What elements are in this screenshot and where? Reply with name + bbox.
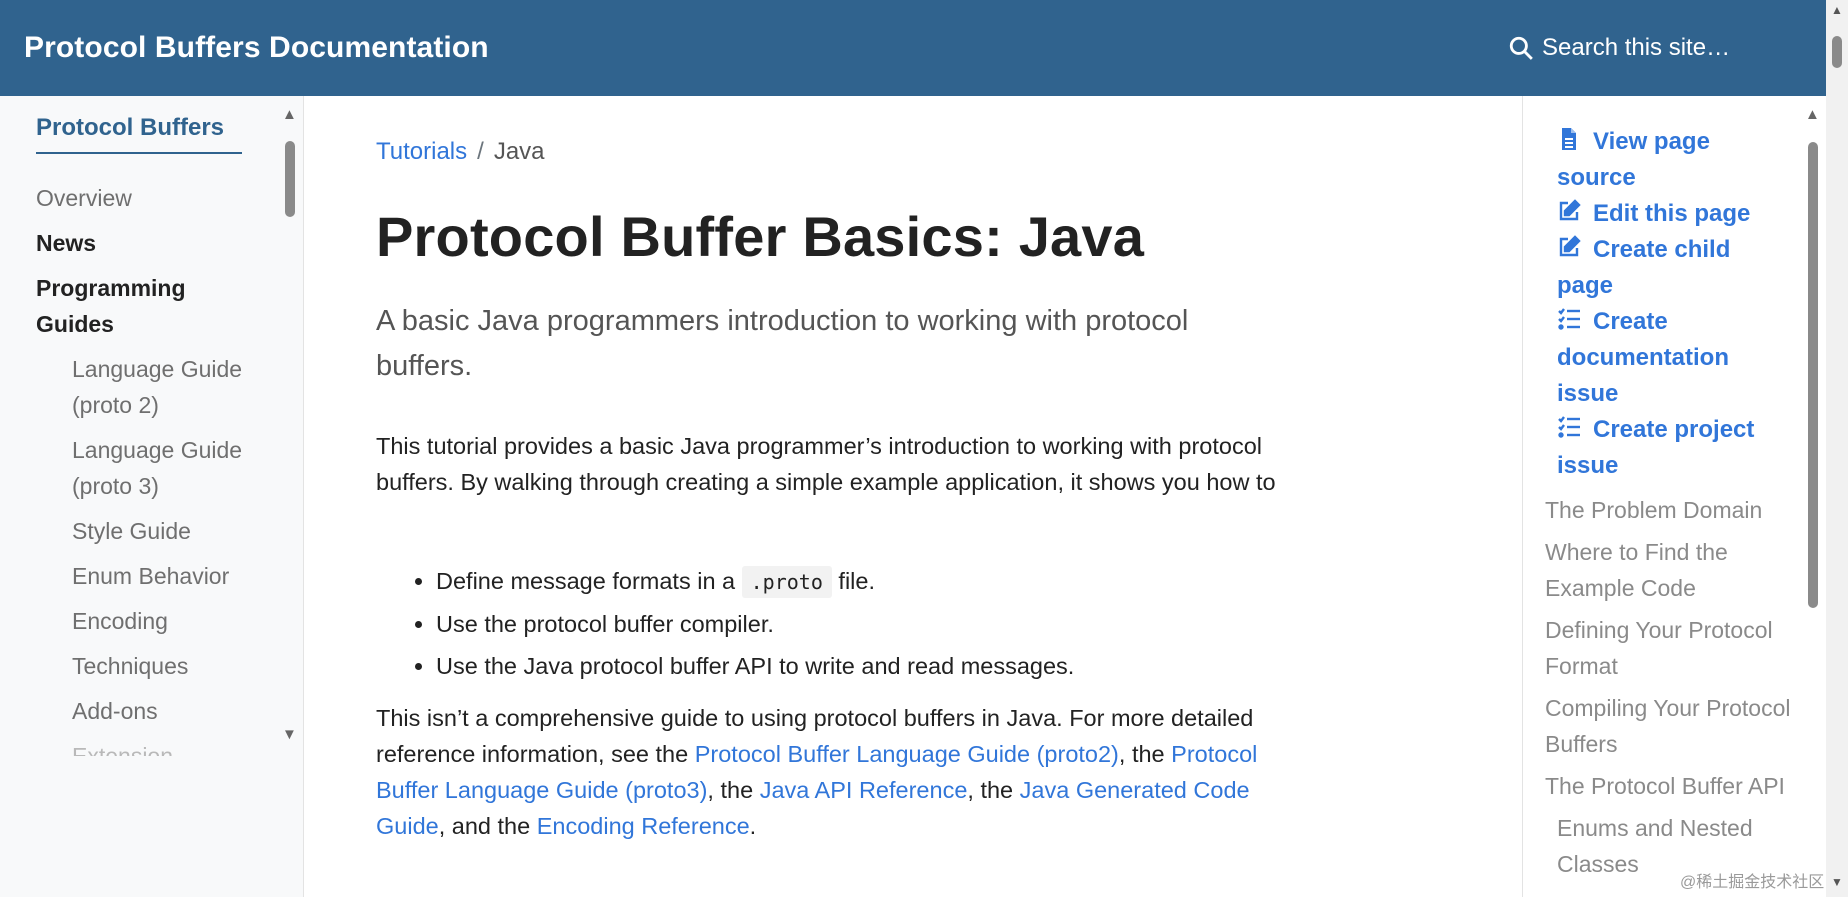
action-label: Create project issue	[1557, 416, 1755, 479]
sidebar-item-add-ons[interactable]: Add-ons	[36, 693, 266, 729]
scroll-up-arrow-icon[interactable]: ▲	[1831, 4, 1843, 16]
breadcrumb-separator: /	[477, 138, 484, 165]
edit-icon	[1557, 234, 1583, 258]
list-item: Use the Java protocol buffer API to writ…	[436, 645, 1074, 687]
sidebar-item-enum-behavior[interactable]: Enum Behavior	[36, 558, 266, 594]
encoding-reference-link[interactable]: Encoding Reference	[537, 813, 750, 839]
sidebar-nav: Overview News Programming Guides Languag…	[36, 180, 266, 765]
page-lead: A basic Java programmers introduction to…	[376, 305, 1189, 382]
reference-paragraph: This isn’t a comprehensive guide to usin…	[376, 700, 1276, 844]
sidebar-section-title[interactable]: Protocol Buffers	[36, 114, 242, 154]
proto2-guide-link[interactable]: Protocol Buffer Language Guide (proto2)	[695, 741, 1119, 767]
sidebar-scrollbar-thumb[interactable]	[285, 141, 295, 217]
list-item: Use the protocol buffer compiler.	[436, 603, 1074, 645]
toc-scrollbar[interactable]: ▲	[1805, 106, 1820, 897]
sidebar-item-overview[interactable]: Overview	[36, 180, 266, 216]
view-page-source-link[interactable]: View page source	[1557, 124, 1777, 196]
toc-link-example-code[interactable]: Where to Find the Example Code	[1545, 534, 1795, 606]
sidebar-item-extension[interactable]: Extension	[36, 738, 266, 756]
window-scrollbar[interactable]: ▲ ▼	[1826, 0, 1848, 897]
watermark: @稀土掘金技术社区	[1680, 874, 1825, 891]
tasks-icon	[1557, 414, 1583, 438]
top-navbar: Protocol Buffers Documentation	[0, 0, 1826, 96]
java-api-reference-link[interactable]: Java API Reference	[760, 777, 968, 803]
sidebar-item-programming-guides[interactable]: Programming Guides	[36, 270, 266, 342]
toc-scroll-up-icon[interactable]: ▲	[1805, 106, 1820, 123]
paragraph-text: .	[749, 813, 757, 839]
right-toc: View page source Edit this page Create c…	[1522, 96, 1827, 897]
site-title-link[interactable]: Protocol Buffers Documentation	[24, 31, 489, 65]
page-actions: View page source Edit this page Create c…	[1557, 124, 1777, 484]
sidebar-item-techniques[interactable]: Techniques	[36, 648, 266, 684]
create-project-issue-link[interactable]: Create project issue	[1557, 412, 1777, 484]
scroll-down-arrow-icon[interactable]: ▼	[1831, 876, 1843, 888]
toc-scrollbar-thumb[interactable]	[1808, 142, 1818, 608]
edit-this-page-link[interactable]: Edit this page	[1557, 196, 1777, 232]
site-search[interactable]	[1508, 30, 1748, 66]
tasks-icon	[1557, 306, 1583, 330]
action-label: Create child page	[1557, 236, 1731, 299]
list-item-text: Define message formats in a	[436, 568, 736, 594]
sidebar-item-news[interactable]: News	[36, 225, 266, 261]
sidebar-scroll-up-icon[interactable]: ▲	[282, 106, 297, 123]
create-documentation-issue-link[interactable]: Create documentation issue	[1557, 304, 1777, 412]
toc-link-problem-domain[interactable]: The Problem Domain	[1545, 492, 1795, 528]
search-icon	[1509, 36, 1533, 60]
breadcrumb-current: Java	[493, 138, 545, 165]
paragraph-text: , the	[1118, 741, 1165, 767]
toc-links: The Problem Domain Where to Find the Exa…	[1545, 492, 1795, 888]
action-label: Edit this page	[1593, 200, 1751, 227]
page-title: Protocol Buffer Basics: Java	[376, 205, 1145, 268]
inline-code: .proto	[741, 566, 832, 598]
paragraph-text: , the	[967, 777, 1014, 803]
paragraph-text: , and the	[438, 813, 531, 839]
toc-link-defining-format[interactable]: Defining Your Protocol Format	[1545, 612, 1795, 684]
list-item: Define message formats in a .proto file.	[436, 560, 1074, 603]
edit-icon	[1557, 198, 1583, 222]
sidebar-item-encoding[interactable]: Encoding	[36, 603, 266, 639]
file-icon	[1557, 126, 1583, 150]
intro-paragraph: This tutorial provides a basic Java prog…	[376, 433, 1276, 495]
sidebar-item-language-guide-proto2[interactable]: Language Guide (proto 2)	[36, 351, 266, 423]
feature-list: Define message formats in a .proto file.…	[376, 560, 1074, 687]
paragraph-text: , the	[707, 777, 754, 803]
toc-link-compiling[interactable]: Compiling Your Protocol Buffers	[1545, 690, 1795, 762]
breadcrumb: Tutorials / Java	[376, 138, 545, 166]
breadcrumb-tutorials-link[interactable]: Tutorials	[376, 138, 467, 165]
toc-link-protocol-buffer-api[interactable]: The Protocol Buffer API	[1545, 768, 1795, 804]
window-scrollbar-thumb[interactable]	[1832, 36, 1842, 68]
sidebar-item-style-guide[interactable]: Style Guide	[36, 513, 266, 549]
create-child-page-link[interactable]: Create child page	[1557, 232, 1777, 304]
left-sidebar: Protocol Buffers Overview News Programmi…	[0, 96, 304, 897]
list-item-text: file.	[838, 568, 875, 594]
sidebar-item-language-guide-proto3[interactable]: Language Guide (proto 3)	[36, 432, 266, 504]
sidebar-scroll-down-icon[interactable]: ▼	[282, 726, 297, 743]
sidebar-scrollbar[interactable]: ▲ ▼	[282, 106, 297, 746]
search-input[interactable]	[1542, 34, 1742, 62]
